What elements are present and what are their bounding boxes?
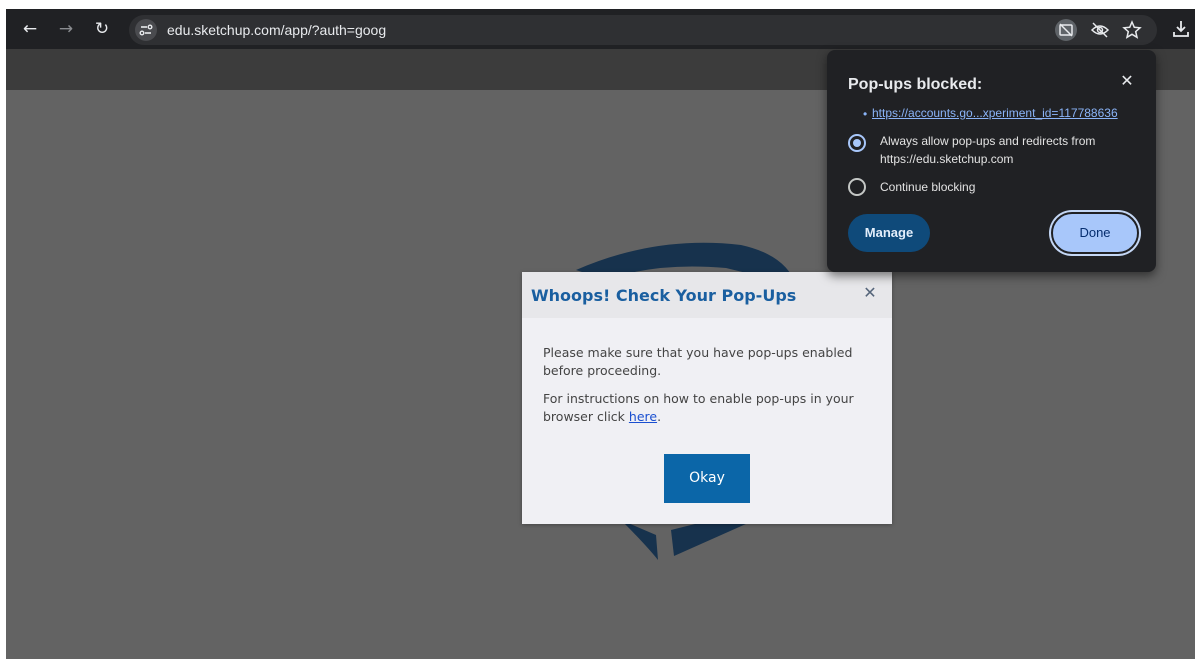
arrow-left-icon[interactable]: ←	[18, 17, 42, 41]
eye-off-icon[interactable]	[1089, 19, 1111, 41]
download-icon[interactable]	[1169, 17, 1193, 41]
arrow-right-icon[interactable]: →	[54, 17, 78, 41]
dialog-message: Please make sure that you have pop-ups e…	[543, 345, 853, 378]
radio-label-line1: Always allow pop-ups and redirects from	[880, 134, 1096, 148]
browser-toolbar: ← → ↻ edu.sketchup.com/app/?auth=goog	[6, 9, 1195, 49]
radio-always-allow[interactable]	[848, 134, 866, 152]
close-icon[interactable]: ✕	[862, 286, 878, 302]
blocked-popup-link[interactable]: https://accounts.go...xperiment_id=11778…	[872, 106, 1118, 120]
popup-warning-dialog: Whoops! Check Your Pop-Ups ✕ Please make…	[522, 272, 892, 524]
dialog-instructions: For instructions on how to enable pop-up…	[543, 390, 883, 426]
star-icon[interactable]	[1121, 19, 1143, 41]
address-bar[interactable]: edu.sketchup.com/app/?auth=goog	[129, 15, 1157, 45]
radio-label-line2: https://edu.sketchup.com	[880, 152, 1014, 166]
manage-button[interactable]: Manage	[848, 214, 930, 252]
instructions-suffix: .	[657, 409, 662, 424]
radio-continue-blocking[interactable]	[848, 178, 866, 196]
instructions-text: For instructions on how to enable pop-up…	[543, 391, 854, 424]
radio-continue-blocking-label[interactable]: Continue blocking	[880, 178, 975, 196]
reload-icon[interactable]: ↻	[90, 17, 114, 41]
popup-blocked-icon[interactable]	[1055, 19, 1077, 41]
tune-icon[interactable]	[135, 19, 157, 41]
dialog-header: Whoops! Check Your Pop-Ups ✕	[522, 272, 892, 318]
done-button[interactable]: Done	[1051, 212, 1139, 254]
close-icon[interactable]: ✕	[1117, 72, 1137, 92]
okay-button[interactable]: Okay	[664, 454, 750, 503]
bullet-icon: •	[863, 107, 868, 121]
popups-blocked-bubble: Pop-ups blocked: ✕ • https://accounts.go…	[827, 50, 1156, 272]
popup-title: Pop-ups blocked:	[848, 76, 983, 93]
browser-window: ← → ↻ edu.sketchup.com/app/?auth=goog Wh…	[6, 9, 1195, 659]
radio-always-allow-label[interactable]: Always allow pop-ups and redirects from …	[880, 132, 1095, 168]
dialog-title: Whoops! Check Your Pop-Ups	[531, 286, 797, 305]
url-text[interactable]: edu.sketchup.com/app/?auth=goog	[167, 22, 386, 38]
instructions-link[interactable]: here	[629, 409, 657, 424]
